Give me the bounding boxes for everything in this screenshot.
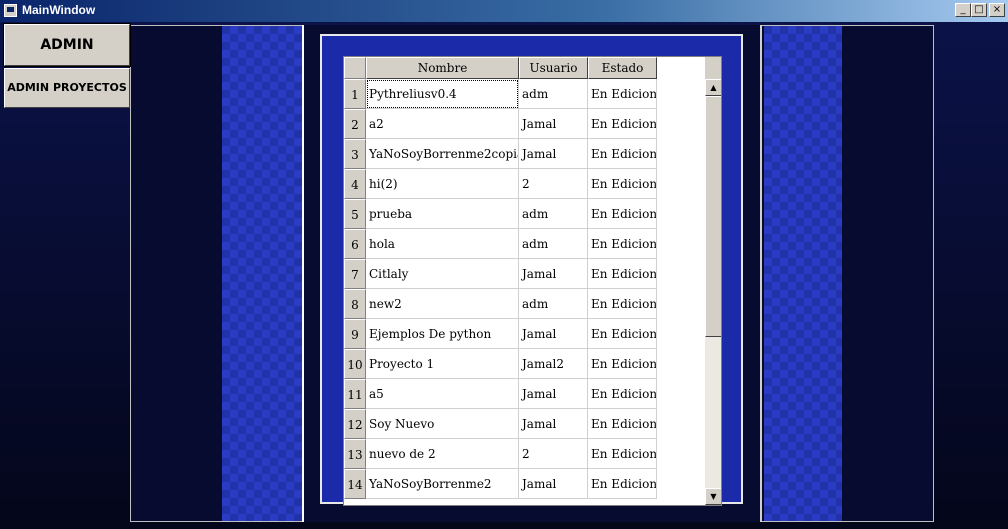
projects-table[interactable]: Nombre Usuario Estado 1 Pythreliusv0.4 adm… [343, 56, 722, 506]
cell-estado[interactable]: En Edicion [588, 439, 657, 469]
cell-estado[interactable]: En Edicion [588, 229, 657, 259]
row-header[interactable]: 12 [344, 409, 366, 439]
row-header[interactable]: 11 [344, 379, 366, 409]
cell-nombre[interactable]: new2 [366, 289, 519, 319]
cell-usuario[interactable]: adm [519, 229, 588, 259]
cell-estado[interactable]: En Edicion [588, 409, 657, 439]
cell-nombre[interactable]: nuevo de 2 [366, 439, 519, 469]
scroll-down-button[interactable]: ▼ [705, 488, 721, 505]
table-row[interactable]: 13 nuevo de 2 2 En Edicion [344, 439, 657, 469]
cell-nombre[interactable]: a5 [366, 379, 519, 409]
cell-nombre[interactable]: YaNoSoyBorrenme2 [366, 469, 519, 499]
row-header[interactable]: 13 [344, 439, 366, 469]
table-row[interactable]: 2 a2 Jamal En Edicion [344, 109, 657, 139]
row-header[interactable]: 5 [344, 199, 366, 229]
cell-estado[interactable]: En Edicion [588, 139, 657, 169]
table-row[interactable]: 1 Pythreliusv0.4 adm En Edicion [344, 79, 657, 109]
scroll-thumb[interactable] [705, 96, 721, 337]
window-icon [4, 4, 17, 17]
cell-usuario[interactable]: Jamal [519, 259, 588, 289]
table-corner-button[interactable] [344, 57, 366, 79]
table-row[interactable]: 7 Citlaly Jamal En Edicion [344, 259, 657, 289]
column-header-estado[interactable]: Estado [588, 57, 657, 79]
row-header[interactable]: 7 [344, 259, 366, 289]
table-row[interactable]: 4 hi(2) 2 En Edicion [344, 169, 657, 199]
client-area: ADMIN USUARIO ADMIN PROYECTOS Nombre Usu… [0, 22, 1008, 529]
cell-usuario[interactable]: 2 [519, 169, 588, 199]
cell-estado[interactable]: En Edicion [588, 349, 657, 379]
cell-estado[interactable]: En Edicion [588, 259, 657, 289]
cell-nombre[interactable]: YaNoSoyBorrenme2copia [366, 139, 519, 169]
close-button[interactable]: × [989, 3, 1005, 17]
table-row[interactable]: 11 a5 Jamal En Edicion [344, 379, 657, 409]
cell-estado[interactable]: En Edicion [588, 79, 657, 109]
column-header-usuario[interactable]: Usuario [519, 57, 588, 79]
cell-nombre[interactable]: Proyecto 1 [366, 349, 519, 379]
row-header[interactable]: 1 [344, 79, 366, 109]
decorative-stripe-right [764, 26, 842, 521]
scrollbar-header-filler [705, 57, 721, 79]
cell-usuario[interactable]: Jamal [519, 109, 588, 139]
cell-usuario[interactable]: Jamal [519, 139, 588, 169]
vertical-scrollbar[interactable]: ▲ ▼ [705, 79, 721, 505]
admin-usuario-button[interactable]: ADMIN USUARIO [3, 23, 131, 93]
cell-nombre[interactable]: Pythreliusv0.4 [366, 79, 519, 109]
cell-nombre[interactable]: Ejemplos De python [366, 319, 519, 349]
cell-estado[interactable]: En Edicion [588, 169, 657, 199]
cell-estado[interactable]: En Edicion [588, 379, 657, 409]
admin-proyectos-button[interactable]: ADMIN PROYECTOS [4, 68, 130, 108]
row-header[interactable]: 9 [344, 319, 366, 349]
table-row[interactable]: 10 Proyecto 1 Jamal2 En Edicion [344, 349, 657, 379]
row-header[interactable]: 10 [344, 349, 366, 379]
cell-nombre[interactable]: Soy Nuevo [366, 409, 519, 439]
scroll-up-button[interactable]: ▲ [705, 79, 721, 96]
cell-nombre[interactable]: hola [366, 229, 519, 259]
row-header[interactable]: 2 [344, 109, 366, 139]
cell-usuario[interactable]: Jamal [519, 409, 588, 439]
column-header-nombre[interactable]: Nombre [366, 57, 519, 79]
cell-usuario[interactable]: 2 [519, 439, 588, 469]
cell-estado[interactable]: En Edicion [588, 319, 657, 349]
cell-nombre[interactable]: a2 [366, 109, 519, 139]
cell-nombre[interactable]: Citlaly [366, 259, 519, 289]
cell-usuario[interactable]: adm [519, 79, 588, 109]
cell-estado[interactable]: En Edicion [588, 289, 657, 319]
table-row[interactable]: 12 Soy Nuevo Jamal En Edicion [344, 409, 657, 439]
title-bar: MainWindow _ □ × [0, 0, 1008, 22]
cell-usuario[interactable]: Jamal [519, 319, 588, 349]
maximize-button[interactable]: □ [971, 3, 987, 17]
row-header[interactable]: 8 [344, 289, 366, 319]
cell-nombre[interactable]: hi(2) [366, 169, 519, 199]
row-header[interactable]: 14 [344, 469, 366, 499]
table-row[interactable]: 6 hola adm En Edicion [344, 229, 657, 259]
table-row[interactable]: 9 Ejemplos De python Jamal En Edicion [344, 319, 657, 349]
table-row[interactable]: 14 YaNoSoyBorrenme2 Jamal En Edicion [344, 469, 657, 499]
cell-usuario[interactable]: Jamal2 [519, 349, 588, 379]
cell-estado[interactable]: En Edicion [588, 469, 657, 499]
cell-usuario[interactable]: Jamal [519, 379, 588, 409]
cell-estado[interactable]: En Edicion [588, 199, 657, 229]
cell-usuario[interactable]: adm [519, 199, 588, 229]
minimize-button[interactable]: _ [955, 3, 971, 17]
row-header[interactable]: 3 [344, 139, 366, 169]
cell-nombre[interactable]: prueba [366, 199, 519, 229]
cell-usuario[interactable]: adm [519, 289, 588, 319]
row-header[interactable]: 6 [344, 229, 366, 259]
table-row[interactable]: 5 prueba adm En Edicion [344, 199, 657, 229]
table-row[interactable]: 3 YaNoSoyBorrenme2copia Jamal En Edicion [344, 139, 657, 169]
decorative-stripe-left [222, 26, 302, 521]
row-header[interactable]: 4 [344, 169, 366, 199]
table-row[interactable]: 8 new2 adm En Edicion [344, 289, 657, 319]
cell-estado[interactable]: En Edicion [588, 109, 657, 139]
window-title: MainWindow [22, 3, 96, 17]
cell-usuario[interactable]: Jamal [519, 469, 588, 499]
